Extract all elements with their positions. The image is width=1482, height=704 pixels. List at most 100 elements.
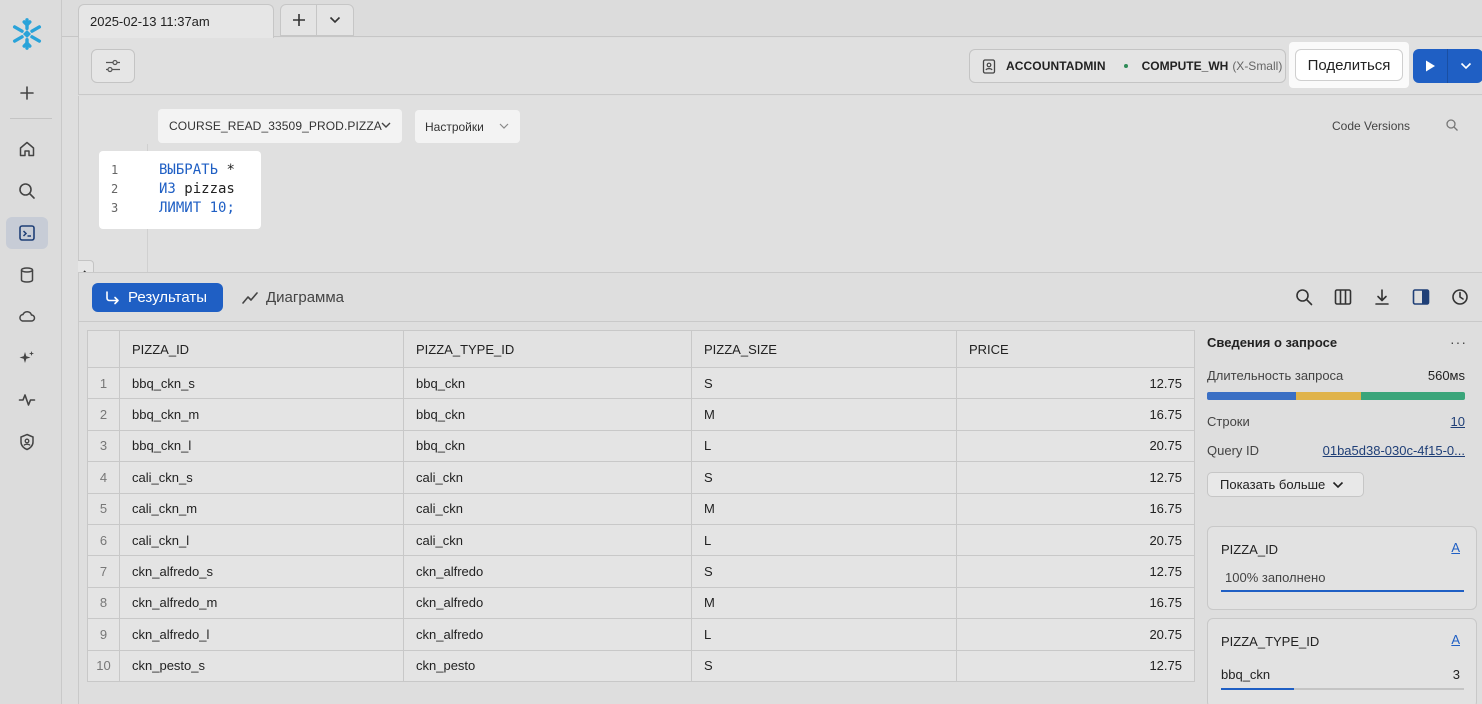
table-row[interactable]: 8 ckn_alfredo_m ckn_alfredo M 16.75 <box>87 586 1195 620</box>
table-row[interactable]: 1 bbq_ckn_s bbq_ckn S 12.75 <box>87 366 1195 400</box>
table-cell[interactable]: S <box>691 461 957 494</box>
table-row[interactable]: 7 ckn_alfredo_s ckn_alfredo S 12.75 <box>87 555 1195 588</box>
table-cell[interactable]: 16.75 <box>956 492 1195 525</box>
table-row[interactable]: 2 bbq_ckn_m bbq_ckn M 16.75 <box>87 398 1195 431</box>
home-icon[interactable] <box>6 133 48 165</box>
search-results-icon[interactable] <box>1294 286 1314 308</box>
filters-button[interactable] <box>91 49 135 83</box>
admin-shield-icon[interactable] <box>6 426 48 458</box>
table-cell[interactable]: S <box>691 649 957 682</box>
share-button[interactable]: Поделиться <box>1295 49 1403 81</box>
column-header[interactable]: PRICE <box>956 330 1195 368</box>
run-options-chevron-down-icon[interactable] <box>1448 49 1482 83</box>
table-cell[interactable]: M <box>691 586 957 620</box>
table-cell[interactable]: ckn_alfredo <box>403 586 692 620</box>
table-cell[interactable]: 16.75 <box>956 586 1195 620</box>
worksheet-tab[interactable]: 2025-02-13 11:37am <box>78 4 274 38</box>
columns-icon[interactable] <box>1333 286 1353 308</box>
table-cell[interactable]: bbq_ckn <box>403 429 692 463</box>
rows-value-link[interactable]: 10 <box>1451 414 1465 429</box>
add-icon[interactable] <box>6 77 48 109</box>
query-id-link[interactable]: 01ba5d38-030c-4f15-0... <box>1323 443 1465 458</box>
table-header-row: PIZZA_ID PIZZA_TYPE_ID PIZZA_SIZE PRICE <box>87 330 1195 368</box>
table-cell[interactable]: L <box>691 523 957 557</box>
table-cell[interactable]: ckn_pesto_s <box>119 649 404 682</box>
table-cell[interactable]: 20.75 <box>956 523 1195 557</box>
column-card-pizza-id[interactable]: PIZZA_ID A 100% заполнено <box>1207 526 1477 610</box>
code-versions-link[interactable]: Code Versions <box>1332 119 1410 133</box>
table-cell[interactable]: cali_ckn_s <box>119 461 404 494</box>
table-row[interactable]: 6 cali_ckn_l cali_ckn L 20.75 <box>87 523 1195 557</box>
table-cell[interactable]: cali_ckn_l <box>119 523 404 557</box>
run-play-icon[interactable] <box>1413 49 1448 83</box>
table-cell[interactable]: 20.75 <box>956 618 1195 651</box>
row-index: 3 <box>87 429 120 463</box>
toggle-details-panel-icon[interactable] <box>1411 286 1431 308</box>
table-cell[interactable]: ckn_alfredo <box>403 618 692 651</box>
top-value-row: bbq_ckn 3 <box>1221 667 1460 682</box>
table-cell[interactable]: S <box>691 366 957 400</box>
duration-bar <box>1207 392 1465 400</box>
table-cell[interactable]: 12.75 <box>956 461 1195 494</box>
table-cell[interactable]: 20.75 <box>956 429 1195 463</box>
ai-sparkle-icon[interactable] <box>6 342 48 374</box>
table-cell[interactable]: ckn_alfredo_l <box>119 618 404 651</box>
rows-label: Строки <box>1207 414 1250 429</box>
table-cell[interactable]: 16.75 <box>956 398 1195 431</box>
editor-search-icon[interactable] <box>1445 118 1459 137</box>
line-number: 1 <box>111 162 119 177</box>
worksheets-icon[interactable] <box>6 217 48 249</box>
table-row[interactable]: 4 cali_ckn_s cali_ckn S 12.75 <box>87 461 1195 494</box>
cloud-icon[interactable] <box>6 300 48 332</box>
database-selector[interactable]: COURSE_READ_33509_PROD.PIZZA <box>158 109 402 143</box>
sql-editor-area: COURSE_READ_33509_PROD.PIZZA Настройки C… <box>78 96 1482 272</box>
database-icon[interactable] <box>6 259 48 291</box>
table-cell[interactable]: M <box>691 492 957 525</box>
table-cell[interactable]: ckn_alfredo_s <box>119 555 404 588</box>
column-type-badge: A <box>1451 540 1460 555</box>
snowflake-logo-icon[interactable] <box>6 18 48 50</box>
role-warehouse-selector[interactable]: ACCOUNTADMIN COMPUTE_WH (X-Small) <box>969 49 1286 83</box>
sidebar-divider <box>10 118 52 119</box>
history-icon[interactable] <box>1450 286 1470 308</box>
search-icon[interactable] <box>6 175 48 207</box>
table-row[interactable]: 9 ckn_alfredo_l ckn_alfredo L 20.75 <box>87 618 1195 651</box>
show-more-button[interactable]: Показать больше <box>1207 472 1364 497</box>
table-cell[interactable]: 12.75 <box>956 555 1195 588</box>
table-cell[interactable]: ckn_alfredo <box>403 555 692 588</box>
table-cell[interactable]: M <box>691 398 957 431</box>
column-header[interactable]: PIZZA_TYPE_ID <box>403 330 692 368</box>
column-card-pizza-type-id[interactable]: PIZZA_TYPE_ID A bbq_ckn 3 <box>1207 618 1477 704</box>
new-tab-plus-icon[interactable] <box>281 5 318 35</box>
table-cell[interactable]: 12.75 <box>956 366 1195 400</box>
sql-code[interactable]: 1 ВЫБРАТЬ * 2 ИЗ pizzas 3 ЛИМИТ 10; <box>99 151 261 229</box>
table-cell[interactable]: S <box>691 555 957 588</box>
settings-selector[interactable]: Настройки <box>415 110 520 143</box>
table-cell[interactable]: cali_ckn <box>403 523 692 557</box>
table-cell[interactable]: L <box>691 618 957 651</box>
table-cell[interactable]: bbq_ckn_s <box>119 366 404 400</box>
table-cell[interactable]: bbq_ckn <box>403 366 692 400</box>
table-cell[interactable]: bbq_ckn_l <box>119 429 404 463</box>
more-options-icon[interactable]: ··· <box>1450 334 1467 350</box>
table-cell[interactable]: bbq_ckn_m <box>119 398 404 431</box>
table-cell[interactable]: cali_ckn <box>403 461 692 494</box>
column-header[interactable]: PIZZA_ID <box>119 330 404 368</box>
download-icon[interactable] <box>1372 286 1392 308</box>
table-row[interactable]: 5 cali_ckn_m cali_ckn M 16.75 <box>87 492 1195 525</box>
table-cell[interactable]: cali_ckn <box>403 492 692 525</box>
table-cell[interactable]: L <box>691 429 957 463</box>
table-cell[interactable]: ckn_pesto <box>403 649 692 682</box>
table-row[interactable]: 10 ckn_pesto_s ckn_pesto S 12.75 <box>87 649 1195 682</box>
table-row[interactable]: 3 bbq_ckn_l bbq_ckn L 20.75 <box>87 429 1195 463</box>
tab-menu-chevron-down-icon[interactable] <box>317 5 353 35</box>
table-cell[interactable]: cali_ckn_m <box>119 492 404 525</box>
duration-row: Длительность запроса 560мs <box>1207 368 1465 383</box>
table-cell[interactable]: bbq_ckn <box>403 398 692 431</box>
column-header[interactable]: PIZZA_SIZE <box>691 330 957 368</box>
table-cell[interactable]: 12.75 <box>956 649 1195 682</box>
tab-chart[interactable]: Диаграмма <box>242 283 344 312</box>
activity-icon[interactable] <box>6 384 48 416</box>
table-cell[interactable]: ckn_alfredo_m <box>119 586 404 620</box>
tab-results[interactable]: Результаты <box>92 283 223 312</box>
